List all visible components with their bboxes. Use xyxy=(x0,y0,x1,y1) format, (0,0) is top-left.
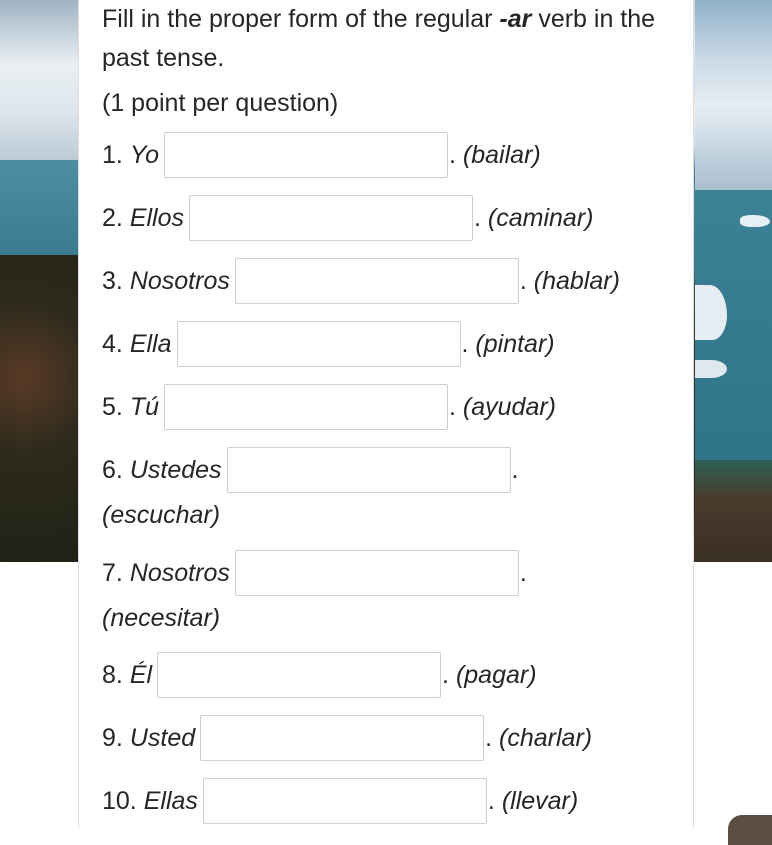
question-subject: Ella xyxy=(129,330,172,358)
background-ice-floe xyxy=(740,215,770,227)
question-row: 8. Él. (pagar) xyxy=(102,652,537,698)
question-verb-hint: (pagar) xyxy=(455,661,537,689)
background-shrubs-left xyxy=(0,255,78,562)
period: . xyxy=(474,204,481,232)
background-ice-floe xyxy=(695,360,727,378)
question-verb-hint: (charlar) xyxy=(499,724,593,752)
question-number: 1. xyxy=(102,141,123,169)
question-number: 6. xyxy=(102,456,123,484)
period: . xyxy=(519,559,527,587)
question-row: 4. Ella. (pintar) xyxy=(102,321,555,367)
question-row: 7. Nosotros. xyxy=(102,550,527,596)
quiz-panel: Fill in the proper form of the regular -… xyxy=(78,0,694,827)
question-subject: Nosotros xyxy=(129,267,230,295)
background-ice-right xyxy=(695,0,772,190)
answer-input-3[interactable] xyxy=(234,258,519,304)
background-shore-right xyxy=(695,460,772,562)
answer-input-9[interactable] xyxy=(200,715,485,761)
question-row: 1. Yo. (bailar) xyxy=(102,132,541,178)
period: . xyxy=(442,661,449,689)
answer-input-7[interactable] xyxy=(234,550,519,596)
answer-input-5[interactable] xyxy=(164,384,448,430)
question-verb-hint: (necesitar) xyxy=(102,604,221,632)
answer-input-10[interactable] xyxy=(202,778,487,824)
question-number: 2. xyxy=(102,204,123,232)
question-subject: Yo xyxy=(129,141,160,169)
answer-input-8[interactable] xyxy=(157,652,442,698)
period: . xyxy=(487,787,495,815)
period: . xyxy=(511,456,519,484)
question-number: 10. xyxy=(102,787,137,815)
answer-input-2[interactable] xyxy=(189,195,473,241)
question-subject: Él xyxy=(129,661,153,689)
answer-input-4[interactable] xyxy=(176,321,461,367)
question-number: 9. xyxy=(102,724,123,752)
question-subject: Ellas xyxy=(143,787,198,815)
question-verb-hint: (bailar) xyxy=(462,141,541,169)
question-subject: Ellos xyxy=(129,204,184,232)
question-verb-hint: (caminar) xyxy=(487,204,594,232)
question-row: 9. Usted. (charlar) xyxy=(102,715,592,761)
period: . xyxy=(461,330,469,358)
background-ice-left xyxy=(0,0,78,160)
question-row: 3. Nosotros. (hablar) xyxy=(102,258,620,304)
question-verb-hint: (llevar) xyxy=(501,787,579,815)
question-verb-hint: (escuchar) xyxy=(102,501,221,529)
question-verb-hint: (pintar) xyxy=(475,330,555,358)
question-subject: Tú xyxy=(129,393,159,421)
question-subject: Ustedes xyxy=(129,456,222,484)
question-row: 6. Ustedes. xyxy=(102,447,518,493)
period: . xyxy=(449,393,456,421)
period: . xyxy=(519,267,527,295)
question-row: 5. Tú. (ayudar) xyxy=(102,384,556,430)
question-verb-hint: (hablar) xyxy=(533,267,620,295)
floating-corner-button[interactable] xyxy=(728,815,772,845)
question-row: 10. Ellas. (llevar) xyxy=(102,778,578,824)
instructions-text: Fill in the proper form of the regular xyxy=(102,5,500,33)
question-number: 8. xyxy=(102,661,123,689)
question-subject: Usted xyxy=(129,724,196,752)
question-number: 3. xyxy=(102,267,123,295)
points-note: (1 point per question) xyxy=(102,89,339,117)
answer-input-1[interactable] xyxy=(164,132,449,178)
instructions: Fill in the proper form of the regular -… xyxy=(102,0,682,78)
instructions-emphasis: -ar xyxy=(499,5,532,33)
background-water-left xyxy=(0,160,78,255)
question-number: 7. xyxy=(102,559,123,587)
question-row: 2. Ellos. (caminar) xyxy=(102,195,593,241)
question-number: 4. xyxy=(102,330,123,358)
question-verb-hint: (ayudar) xyxy=(462,393,556,421)
period: . xyxy=(449,141,456,169)
question-subject: Nosotros xyxy=(129,559,230,587)
question-number: 5. xyxy=(102,393,123,421)
answer-input-6[interactable] xyxy=(226,447,511,493)
period: . xyxy=(485,724,493,752)
